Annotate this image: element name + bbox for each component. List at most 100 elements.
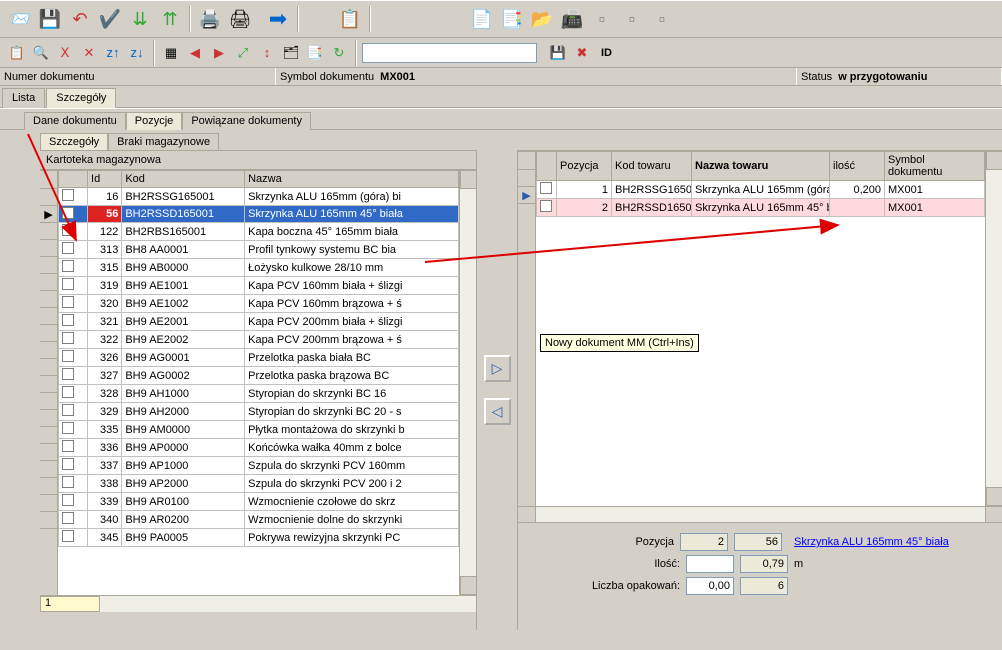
table-row[interactable]: 319BH9 AE1001Kapa PCV 160mm biała + śliz… [59, 277, 459, 295]
move-left-button[interactable]: ◁ [484, 398, 511, 425]
tab-braki[interactable]: Braki magazynowe [108, 133, 219, 151]
tab-pozycje[interactable]: Pozycje [126, 112, 183, 130]
col-right-icon[interactable]: ▶ [208, 42, 230, 64]
folder-icon[interactable]: 📂 [528, 4, 556, 34]
symdoc-label: Symbol dokumentu [280, 71, 374, 83]
table-row[interactable]: 313BH8 AA0001Profil tynkowy systemu BC b… [59, 241, 459, 259]
row-indicator-col: ▶ [40, 170, 58, 595]
left-col-id[interactable]: Id [88, 171, 122, 188]
save-small-icon[interactable]: 💾 [547, 42, 569, 64]
table-row[interactable]: ✓56BH2RSSD165001Skrzynka ALU 165mm 45° b… [59, 206, 459, 223]
ilosc-unit: m [794, 558, 994, 570]
tab-powiazane[interactable]: Powiązane dokumenty [182, 112, 311, 130]
table-row[interactable]: 320BH9 AE1002Kapa PCV 160mm brązowa + ś [59, 295, 459, 313]
detail-fields: Pozycja Skrzynka ALU 165mm 45° biała Ilo… [518, 523, 1002, 597]
table-row[interactable]: 340BH9 AR0200Wzmocnienie dolne do skrzyn… [59, 511, 459, 529]
table-row[interactable]: 322BH9 AE2002Kapa PCV 200mm brązowa + ś [59, 331, 459, 349]
transfer-buttons: ▷ ◁ [477, 150, 517, 630]
doc-add-icon[interactable]: 📄 [468, 4, 496, 34]
filter-x2-icon[interactable]: ✕ [78, 42, 100, 64]
printers-icon[interactable]: 🖨 [226, 4, 254, 34]
scanner-icon[interactable]: 📠 [558, 4, 586, 34]
table-row[interactable]: 345BH9 PA0005Pokrywa rewizyjna skrzynki … [59, 529, 459, 547]
table-row[interactable]: 337BH9 AP1000Szpula do skrzynki PCV 160m… [59, 457, 459, 475]
expand-icon[interactable]: ⤢ [232, 42, 254, 64]
hierarchy-down-icon[interactable]: ⇊ [126, 4, 154, 34]
sort-desc-icon[interactable]: z↓ [126, 42, 148, 64]
task-icon[interactable]: 📋 [336, 4, 364, 34]
left-col-check[interactable] [59, 171, 88, 188]
tab-lista[interactable]: Lista [2, 88, 45, 108]
ilosc-field-b[interactable] [740, 555, 788, 573]
right-col-check[interactable] [537, 152, 557, 181]
right-col-pozycja[interactable]: Pozycja [557, 152, 612, 181]
table-row[interactable]: 2BH2RSSD1650Skrzynka ALU 165mm 45° biała… [537, 199, 985, 217]
status-value: w przygotowaniu [838, 71, 927, 83]
table-row[interactable]: 339BH9 AR0100Wzmocnienie czołowe do skrz [59, 493, 459, 511]
tool-b-icon[interactable]: 📑 [304, 42, 326, 64]
right-col-kod[interactable]: Kod towaru [612, 152, 692, 181]
right-col-symbol[interactable]: Symbol dokumentu [885, 152, 985, 181]
table-row[interactable]: 336BH9 AP0000Końcówka wałka 40mm z bolce [59, 439, 459, 457]
table-row[interactable]: 122BH2RBS165001Kapa boczna 45° 165mm bia… [59, 223, 459, 241]
right-panel: ▶ Pozycja Kod towaru Nazwa towaru ilość … [517, 150, 1002, 630]
refresh-icon[interactable]: ↻ [328, 42, 350, 64]
move-right-button[interactable]: ▷ [484, 355, 511, 382]
tab-szczegoly-low[interactable]: Szczegóły [40, 133, 108, 151]
left-col-kod[interactable]: Kod [122, 171, 245, 188]
del-small-icon[interactable]: ✖ [571, 42, 593, 64]
left-hscroll[interactable] [100, 596, 476, 612]
tool-a-icon[interactable]: 🗂 [280, 42, 302, 64]
sort-asc-icon[interactable]: z↑ [102, 42, 124, 64]
doc-new-icon[interactable]: 📑 [498, 4, 526, 34]
table-row[interactable]: 1BH2RSSG1650Skrzynka ALU 165mm (góra) bi… [537, 181, 985, 199]
secondary-toolbar: 📋 🔍 Ⅹ ✕ z↑ z↓ ▦ ◀ ▶ ⤢ ↕ 🗂 📑 ↻ 💾 ✖ ID [0, 38, 1002, 68]
table-row[interactable]: 321BH9 AE2001Kapa PCV 200mm biała + śliz… [59, 313, 459, 331]
forward-icon[interactable]: ➡ [264, 4, 292, 34]
right-col-nazwa[interactable]: Nazwa towaru [692, 152, 830, 181]
col-left-icon[interactable]: ◀ [184, 42, 206, 64]
pozycja-link[interactable]: Skrzynka ALU 165mm 45° biała [794, 536, 994, 548]
id-dropdown[interactable] [362, 43, 537, 63]
left-scroll[interactable] [459, 170, 476, 595]
table-row[interactable]: 329BH9 AH2000Styropian do skrzynki BC 20… [59, 403, 459, 421]
check-icon[interactable]: ✔️ [96, 4, 124, 34]
pozycja-field-a[interactable] [680, 533, 728, 551]
print-icon[interactable]: 🖨️ [196, 4, 224, 34]
hierarchy-up-icon[interactable]: ⇈ [156, 4, 184, 34]
opak-field-b[interactable] [740, 577, 788, 595]
id-label: ID [601, 47, 612, 59]
view-icon[interactable]: 📋 [6, 42, 28, 64]
left-grid: ▶ Id Kod Nazwa 16BH2RSSG165001Skrzynka A… [40, 170, 476, 595]
ilosc-label: Ilość: [570, 558, 680, 570]
right-hscroll[interactable] [536, 507, 985, 522]
undo-icon[interactable]: ↶ [66, 4, 94, 34]
ilosc-field-a[interactable] [686, 555, 734, 573]
low-tabs: Szczegóły Braki magazynowe [0, 129, 1002, 150]
pozycja-label: Pozycja [564, 536, 674, 548]
right-col-ilosc[interactable]: ilość [830, 152, 885, 181]
grid-icon[interactable]: ▦ [160, 42, 182, 64]
table-row[interactable]: 328BH9 AH1000Styropian do skrzynki BC 16 [59, 385, 459, 403]
collapse-icon[interactable]: ↕ [256, 42, 278, 64]
table-row[interactable]: 335BH9 AM0000Płytka montażowa do skrzynk… [59, 421, 459, 439]
table-row[interactable]: 326BH9 AG0001Przelotka paska biała BC [59, 349, 459, 367]
opak-field-a[interactable] [686, 577, 734, 595]
find-icon[interactable]: 🔍 [30, 42, 52, 64]
table-row[interactable]: 315BH9 AB0000Łożysko kulkowe 28/10 mm [59, 259, 459, 277]
table-row[interactable]: 16BH2RSSG165001Skrzynka ALU 165mm (góra)… [59, 188, 459, 206]
right-indicator-col: ▶ [518, 151, 536, 506]
pozycja-field-b[interactable] [734, 533, 782, 551]
left-col-nazwa[interactable]: Nazwa [245, 171, 459, 188]
tab-dane-dokumentu[interactable]: Dane dokumentu [24, 112, 126, 130]
left-footer: 1 [40, 595, 476, 612]
left-title: Kartoteka magazynowa [40, 151, 476, 170]
table-row[interactable]: 338BH9 AP2000Szpula do skrzynki PCV 200 … [59, 475, 459, 493]
save-icon[interactable]: 💾 [36, 4, 64, 34]
tab-szczegoly[interactable]: Szczegóły [46, 88, 116, 108]
left-panel: Kartoteka magazynowa ▶ Id Kod Nazwa 16BH… [40, 150, 477, 630]
right-scroll[interactable] [985, 151, 1002, 506]
table-row[interactable]: 327BH9 AG0002Przelotka paska brązowa BC [59, 367, 459, 385]
filter-x1-icon[interactable]: Ⅹ [54, 42, 76, 64]
open-icon[interactable]: 📨 [6, 4, 34, 34]
